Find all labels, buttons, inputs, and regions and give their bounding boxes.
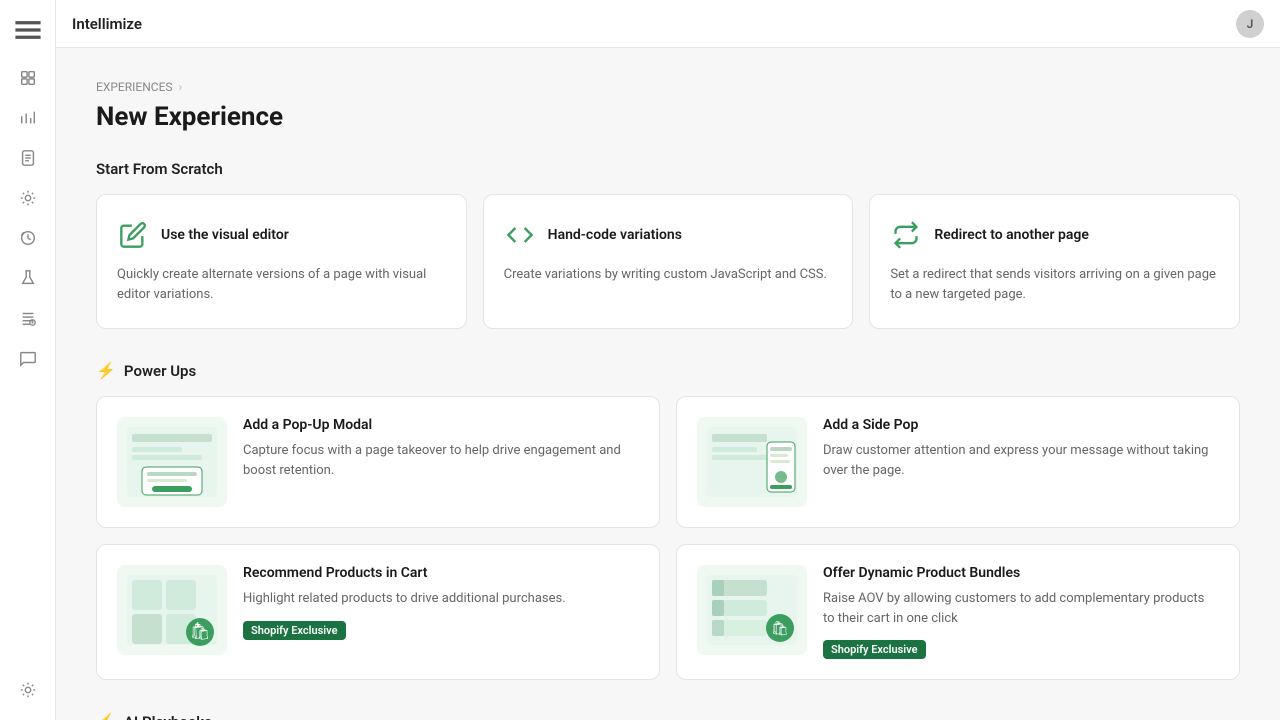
visual-editor-card[interactable]: Use the visual editor Quickly create alt… <box>96 194 467 329</box>
breadcrumb-parent[interactable]: EXPERIENCES <box>96 80 173 94</box>
sidebar-item-dashboard[interactable] <box>10 60 46 96</box>
sidebar-item-messages[interactable] <box>10 340 46 376</box>
sidebar-item-history[interactable] <box>10 220 46 256</box>
menu-button[interactable] <box>10 12 46 48</box>
sidebar-item-experiments[interactable] <box>10 260 46 296</box>
popup-modal-title: Add a Pop-Up Modal <box>243 417 639 433</box>
popup-modal-card[interactable]: Add a Pop-Up Modal Capture focus with a … <box>96 396 660 528</box>
redirect-icon <box>890 219 922 251</box>
power-ups-section-title: ⚡ Power Ups <box>96 361 1240 380</box>
dynamic-bundles-desc: Raise AOV by allowing customers to add c… <box>823 589 1219 628</box>
dynamic-bundles-image: 🛍 <box>697 565 807 655</box>
visual-editor-card-header: Use the visual editor <box>117 219 446 251</box>
recommend-cart-card[interactable]: 🛍 + Recommend Products in Cart Highlight… <box>96 544 660 680</box>
side-pop-content: Add a Side Pop Draw customer attention a… <box>823 417 1219 490</box>
recommend-cart-image: 🛍 + <box>117 565 227 655</box>
hand-code-card[interactable]: Hand-code variations Create variations b… <box>483 194 854 329</box>
redirect-title: Redirect to another page <box>934 227 1089 243</box>
svg-text:+: + <box>195 620 201 631</box>
recommend-cart-desc: Highlight related products to drive addi… <box>243 589 639 609</box>
breadcrumb: EXPERIENCES › <box>96 80 1240 94</box>
main-content: EXPERIENCES › New Experience Start From … <box>56 48 1280 720</box>
sidebar-item-gear[interactable] <box>10 180 46 216</box>
visual-editor-title: Use the visual editor <box>161 227 289 243</box>
sidebar-item-analytics[interactable] <box>10 100 46 136</box>
scratch-title-text: Start From Scratch <box>96 160 223 178</box>
page-title: New Experience <box>96 102 1240 132</box>
redirect-desc: Set a redirect that sends visitors arriv… <box>890 265 1219 304</box>
side-pop-card[interactable]: Add a Side Pop Draw customer attention a… <box>676 396 1240 528</box>
hand-code-title: Hand-code variations <box>548 227 682 243</box>
power-ups-icon: ⚡ <box>96 361 116 380</box>
scratch-cards-grid: Use the visual editor Quickly create alt… <box>96 194 1240 329</box>
dynamic-bundles-title: Offer Dynamic Product Bundles <box>823 565 1219 581</box>
breadcrumb-separator: › <box>179 80 183 94</box>
avatar[interactable]: J <box>1236 10 1264 38</box>
power-cards-grid: Add a Pop-Up Modal Capture focus with a … <box>96 396 1240 680</box>
recommend-cart-content: Recommend Products in Cart Highlight rel… <box>243 565 639 640</box>
svg-text:🛍: 🛍 <box>771 620 789 637</box>
hand-code-card-header: Hand-code variations <box>504 219 833 251</box>
dynamic-bundles-content: Offer Dynamic Product Bundles Raise AOV … <box>823 565 1219 659</box>
power-ups-title-text: Power Ups <box>124 362 196 380</box>
sidebar-item-reports[interactable] <box>10 140 46 176</box>
shopify-badge-bundles: Shopify Exclusive <box>823 640 926 659</box>
code-icon <box>504 219 536 251</box>
recommend-cart-title: Recommend Products in Cart <box>243 565 639 581</box>
popup-modal-content: Add a Pop-Up Modal Capture focus with a … <box>243 417 639 490</box>
redirect-card[interactable]: Redirect to another page Set a redirect … <box>869 194 1240 329</box>
dynamic-bundles-card[interactable]: 🛍 Offer Dynamic Product Bundles Raise AO… <box>676 544 1240 680</box>
side-pop-title: Add a Side Pop <box>823 417 1219 433</box>
sidebar-item-settings[interactable] <box>10 672 46 708</box>
edit-icon <box>117 219 149 251</box>
ai-playbooks-title-text: AI Playbooks <box>124 713 212 720</box>
side-pop-image <box>697 417 807 507</box>
app-title: Intellimize <box>72 15 142 33</box>
side-pop-desc: Draw customer attention and express your… <box>823 441 1219 480</box>
popup-modal-image <box>117 417 227 507</box>
scratch-section-title: Start From Scratch <box>96 160 1240 178</box>
ai-playbooks-section-title: ⚡ AI Playbooks <box>96 712 1240 720</box>
visual-editor-desc: Quickly create alternate versions of a p… <box>117 265 446 304</box>
hand-code-desc: Create variations by writing custom Java… <box>504 265 833 285</box>
sidebar <box>0 0 56 720</box>
ai-playbooks-icon: ⚡ <box>96 712 116 720</box>
popup-modal-desc: Capture focus with a page takeover to he… <box>243 441 639 480</box>
topbar: Intellimize J <box>56 0 1280 48</box>
sidebar-item-list[interactable] <box>10 300 46 336</box>
shopify-badge-cart: Shopify Exclusive <box>243 621 346 640</box>
redirect-card-header: Redirect to another page <box>890 219 1219 251</box>
